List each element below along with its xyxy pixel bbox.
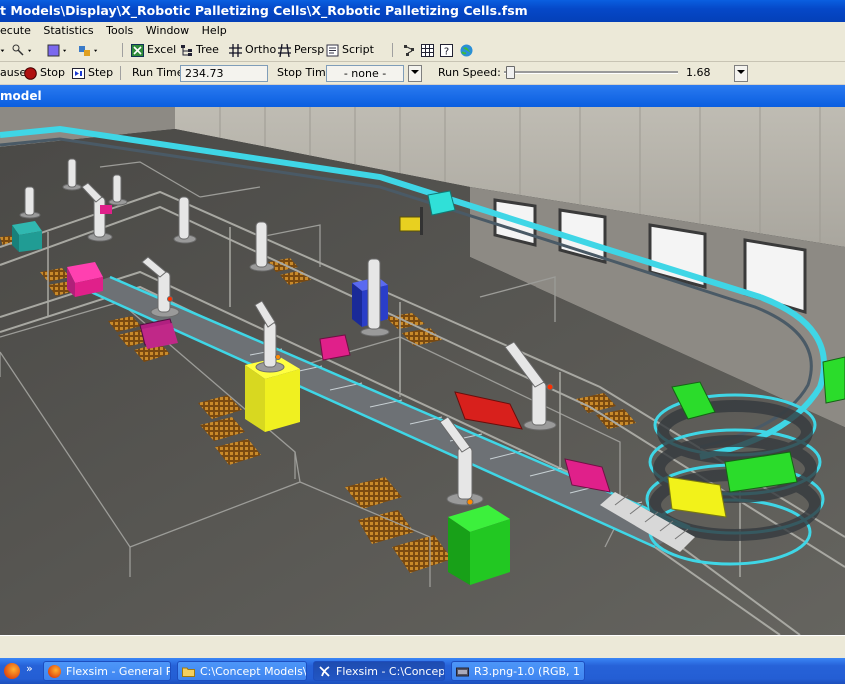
toolbar-dropdown-1[interactable] (0, 42, 8, 58)
svg-text:?: ? (444, 46, 449, 57)
view-title: model (0, 89, 42, 103)
main-toolbar: Excel Tree Ortho Persp Script ? (0, 39, 845, 62)
persp-button[interactable]: Persp (278, 42, 324, 58)
stop-time-field[interactable]: - none - (326, 65, 404, 82)
stop-icon (24, 66, 37, 80)
model-layout-icon (404, 44, 414, 56)
run-control-bar: ause Stop Step Run Time: 234.73 Stop Tim… (0, 62, 845, 84)
step-icon (72, 67, 85, 79)
dropdown-arrow-icon (0, 49, 5, 52)
color-square-icon (47, 44, 60, 56)
perspective-grid-icon (278, 43, 291, 57)
table-icon (421, 43, 434, 57)
taskbar-item-label: R3.png-1.0 (RGB, 1 l... (474, 665, 585, 678)
green-pallet-load (448, 505, 510, 585)
menu-tools[interactable]: Tools (106, 22, 133, 39)
status-area (0, 635, 845, 659)
taskbar-item-flexsim[interactable]: Flexsim - C:\Concept ... (313, 661, 445, 681)
window-title: t Models\Display\X_Robotic Palletizing C… (0, 3, 528, 18)
library-icon (79, 45, 90, 56)
color-tool-button[interactable] (47, 42, 70, 58)
run-time-field: 234.73 (180, 65, 268, 82)
ortho-grid-icon (229, 43, 242, 57)
script-button[interactable]: Script (326, 42, 374, 58)
ortho-button[interactable]: Ortho (229, 42, 276, 58)
taskbar-item-gimp[interactable]: R3.png-1.0 (RGB, 1 l... (451, 661, 585, 681)
window-title-bar: t Models\Display\X_Robotic Palletizing C… (0, 0, 845, 22)
dropdown-arrow-icon (28, 49, 32, 52)
flexsim-icon (319, 666, 330, 677)
run-speed-dropdown[interactable] (734, 65, 748, 82)
tree-icon (181, 44, 192, 56)
menu-execute[interactable]: ecute (0, 22, 31, 39)
folder-icon (182, 667, 195, 677)
excel-icon (131, 43, 144, 57)
dropdown-arrow-icon (737, 70, 745, 74)
taskbar-item-label: C:\Concept Models\Di... (200, 665, 307, 678)
menu-statistics[interactable]: Statistics (43, 22, 93, 39)
menu-window[interactable]: Window (146, 22, 189, 39)
online-button[interactable] (460, 42, 473, 58)
dropdown-arrow-icon (411, 70, 419, 74)
run-speed-label: Run Speed: (438, 66, 501, 79)
teal-pallet-load (12, 221, 42, 252)
taskbar-item-explorer[interactable]: C:\Concept Models\Di... (177, 661, 307, 681)
connect-tool-button[interactable] (12, 42, 35, 58)
dropdown-arrow-icon (63, 49, 67, 52)
box-green (822, 356, 845, 404)
taskbar-item-label: Flexsim - C:\Concept ... (336, 665, 445, 678)
model-3d-view[interactable] (0, 107, 845, 635)
view-title-bar: model (0, 85, 845, 107)
table-button[interactable] (421, 42, 434, 58)
toolbar-separator (122, 43, 123, 57)
tree-button[interactable]: Tree (180, 42, 219, 58)
pause-label: ause (0, 66, 27, 79)
pause-button[interactable]: ause (0, 65, 26, 81)
script-label: Script (342, 43, 374, 56)
stop-button[interactable]: Stop (24, 65, 65, 81)
ortho-label: Ortho (245, 43, 277, 56)
step-button[interactable]: Step (72, 65, 113, 81)
run-time-label: Run Time: (132, 66, 188, 79)
excel-button[interactable]: Excel (131, 42, 176, 58)
gimp-icon (456, 667, 469, 677)
script-icon (326, 44, 339, 56)
tree-label: Tree (196, 43, 219, 56)
quicklaunch-chevron[interactable]: » (26, 662, 33, 675)
model-layout-button[interactable] (403, 42, 416, 58)
help-button[interactable]: ? (440, 42, 453, 58)
stop-time-dropdown[interactable] (408, 65, 422, 82)
step-label: Step (88, 66, 114, 79)
help-icon: ? (440, 43, 453, 57)
magenta-box-on-robot (100, 205, 112, 214)
windows-taskbar: » Flexsim - General Pur... C:\Concept Mo… (0, 658, 845, 684)
stop-label: Stop (40, 66, 66, 79)
quicklaunch-firefox-icon[interactable] (4, 663, 20, 679)
box-magenta (319, 334, 351, 361)
run-speed-slider-thumb[interactable] (506, 66, 515, 79)
toolbar-separator (120, 66, 121, 80)
excel-label: Excel (147, 43, 177, 56)
dropdown-arrow-icon (94, 49, 98, 52)
firefox-icon (48, 665, 61, 678)
run-speed-value: 1.68 (686, 66, 711, 79)
taskbar-item-label: Flexsim - General Pur... (66, 665, 170, 678)
globe-icon (460, 44, 473, 56)
magenta-pallet-load (67, 262, 103, 297)
menu-bar: ecute Statistics Tools Window Help (0, 22, 845, 39)
toolbar-separator (392, 43, 393, 57)
taskbar-item-firefox[interactable]: Flexsim - General Pur... (43, 661, 171, 681)
run-speed-slider-track[interactable] (504, 71, 678, 74)
library-tool-button[interactable] (78, 42, 101, 58)
menu-help[interactable]: Help (202, 22, 227, 39)
persp-label: Persp (294, 43, 325, 56)
connect-tool-icon (12, 44, 24, 56)
